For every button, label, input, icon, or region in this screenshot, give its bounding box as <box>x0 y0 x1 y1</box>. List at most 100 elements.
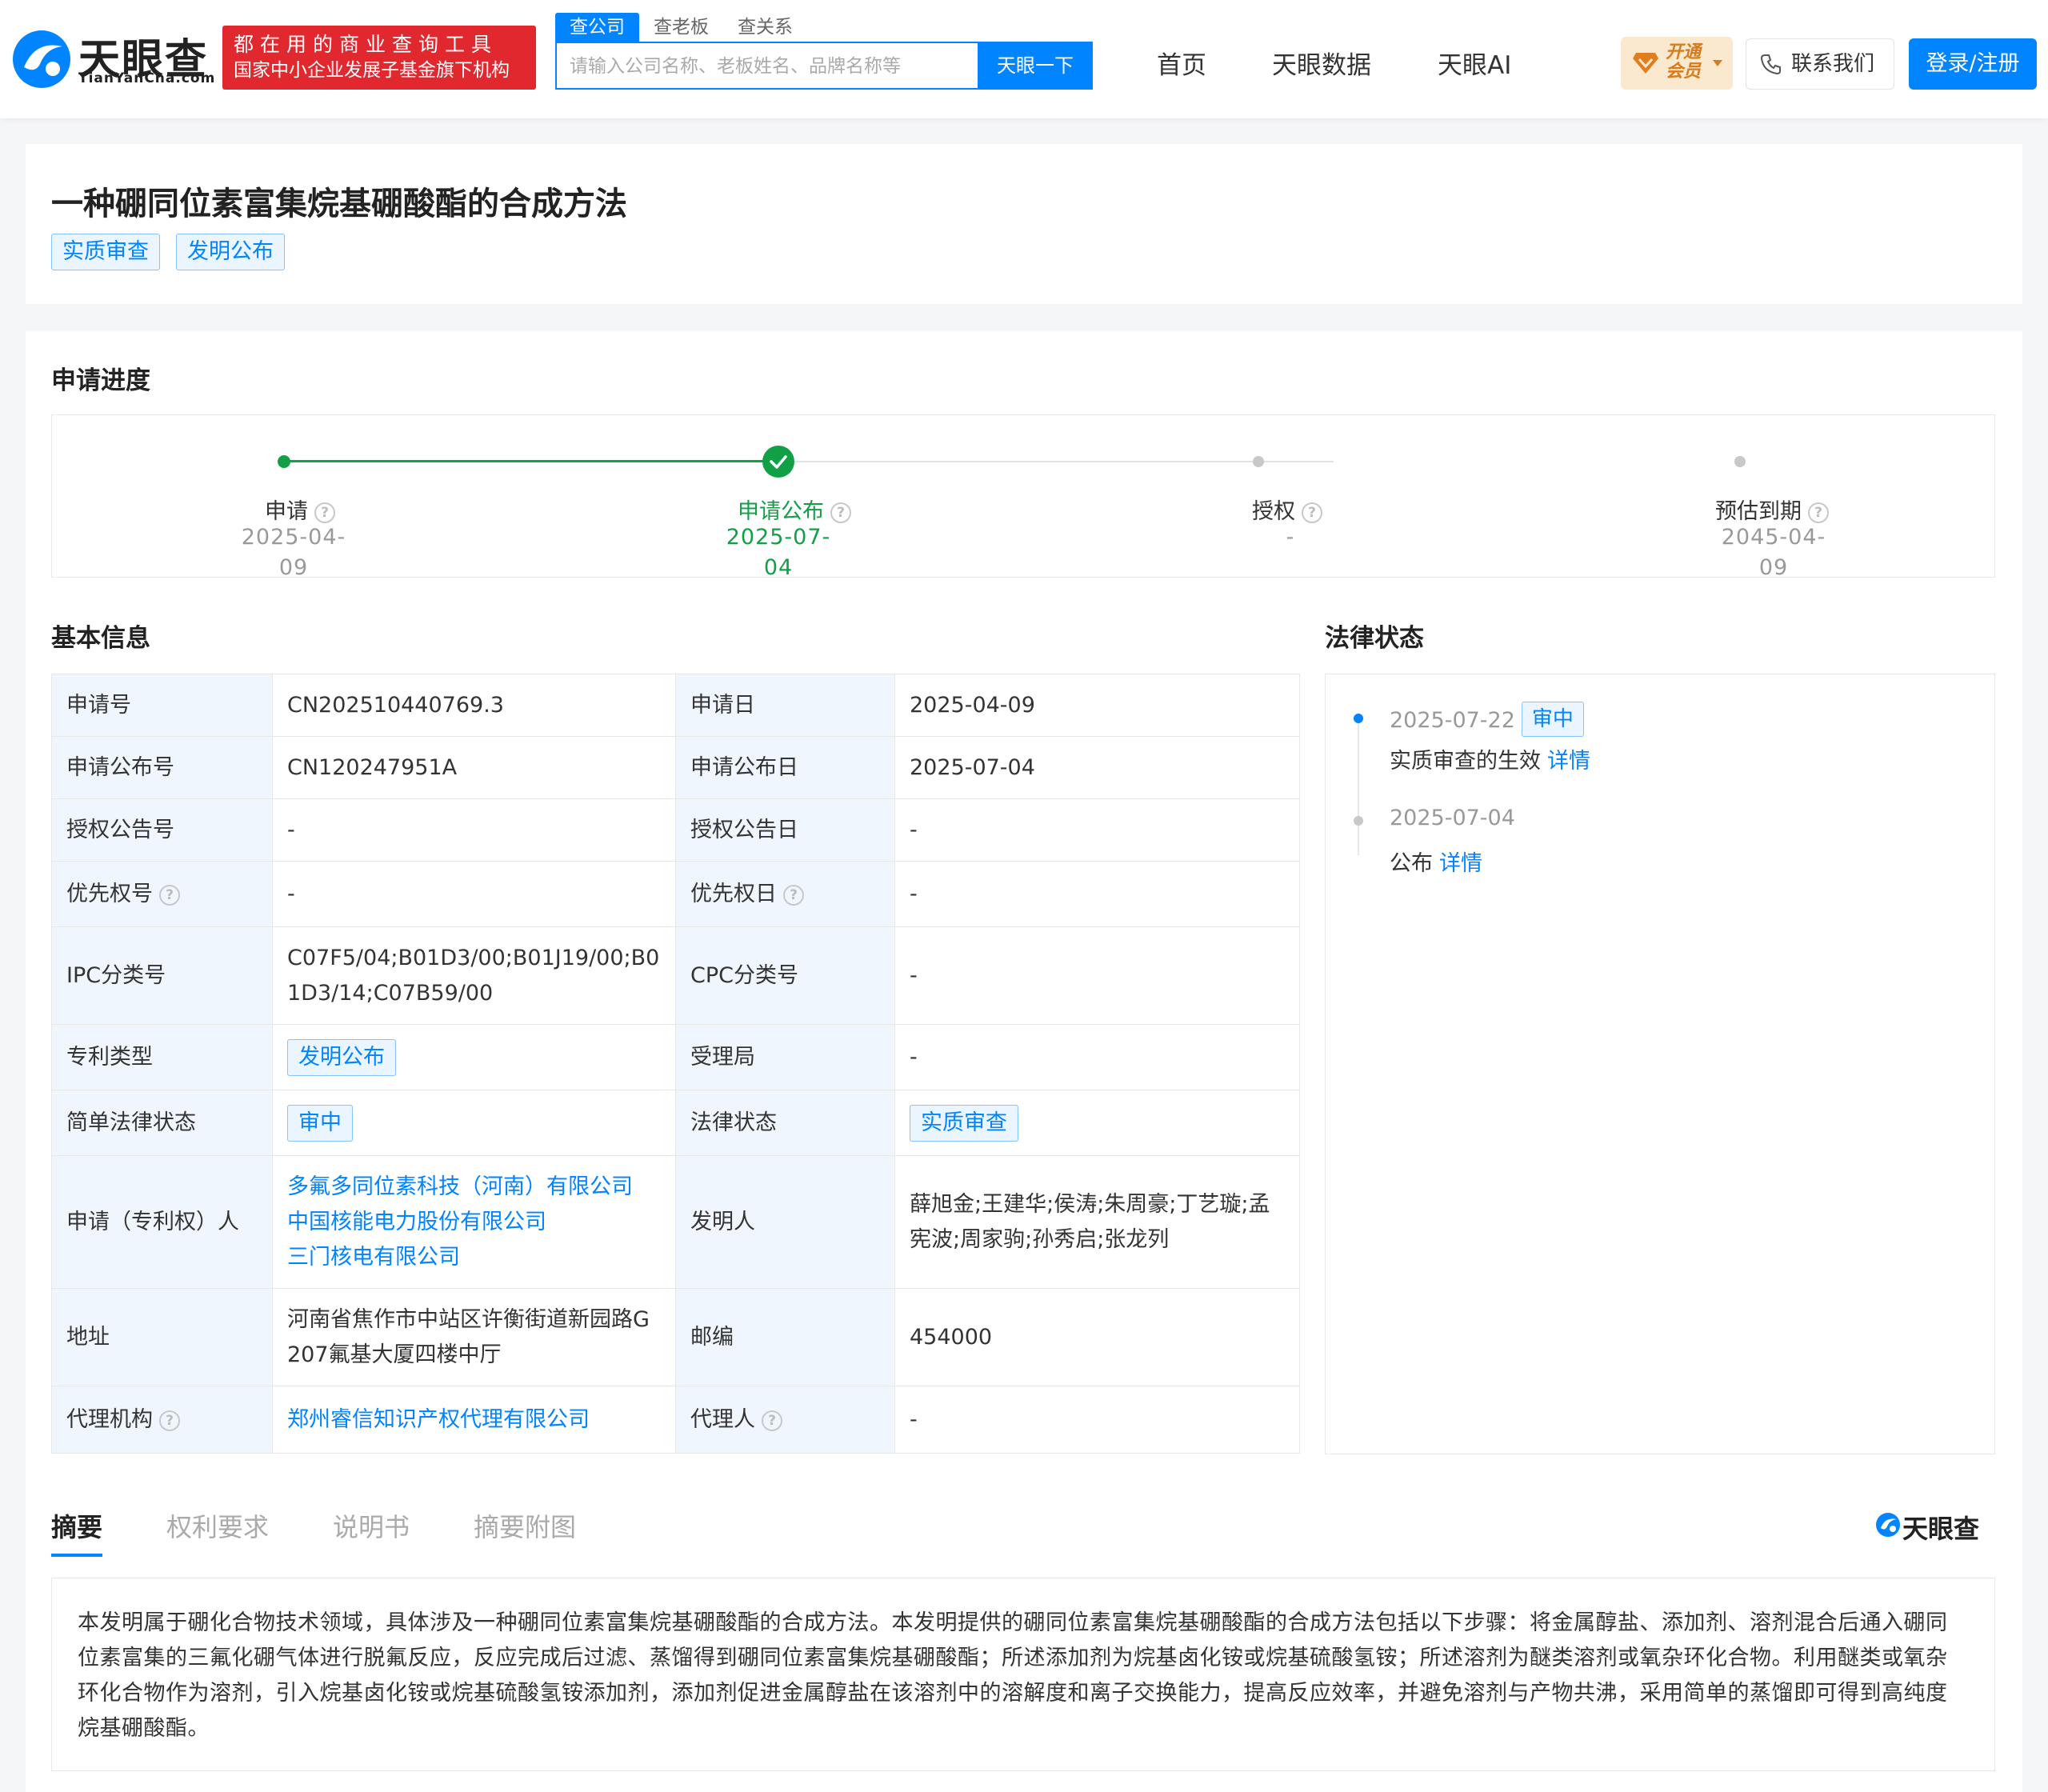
help-icon[interactable]: ? <box>1808 502 1829 523</box>
vip-label: 开通 会员 <box>1666 43 1701 82</box>
applicant-link-3[interactable]: 三门核电有限公司 <box>287 1240 661 1275</box>
timeline-dot <box>1354 816 1363 826</box>
label-agency: 代理机构? <box>51 1386 273 1454</box>
legal-status-badge: 实质审查 <box>910 1104 1018 1142</box>
search-button[interactable]: 天眼一下 <box>978 42 1093 90</box>
value-grant-date: - <box>894 798 1300 862</box>
logo-subtext: TianYanCha.com <box>78 70 216 86</box>
value-priority-number: - <box>272 861 676 927</box>
search-tabs: 查公司 查老板 查关系 <box>555 13 807 42</box>
nav-home[interactable]: 首页 <box>1157 45 1206 81</box>
label-agent: 代理人? <box>675 1386 895 1454</box>
timeline-dot-active <box>1354 714 1363 723</box>
step-date-expiry: 2045-04-09 <box>1721 525 1826 580</box>
help-icon[interactable]: ? <box>159 1410 180 1431</box>
status-badge-invention-publication: 发明公布 <box>176 234 285 270</box>
help-icon[interactable]: ? <box>314 502 335 523</box>
table-row: 申请（专利权）人 多氟多同位素科技（河南）有限公司 中国核能电力股份有限公司 三… <box>51 1155 1300 1289</box>
label-receiving-office: 受理局 <box>675 1024 895 1090</box>
header: 天眼查 TianYanCha.com 都在用的商业查询工具 国家中小企业发展子基… <box>0 0 2048 118</box>
label-application-date: 申请日 <box>675 674 895 737</box>
label-applicant: 申请（专利权）人 <box>51 1155 273 1289</box>
help-icon[interactable]: ? <box>762 1410 782 1431</box>
label-grant-date: 授权公告日 <box>675 798 895 862</box>
slogan-line-1: 都在用的商业查询工具 <box>234 33 498 56</box>
legal-event-tag: 审中 <box>1521 702 1584 737</box>
value-priority-date: - <box>894 861 1300 927</box>
patent-detail-card: 申请进度 申请? 2025-04-09 申请公布? 2025-07-04 授权?… <box>26 331 2022 1792</box>
value-applicant: 多氟多同位素科技（河南）有限公司 中国核能电力股份有限公司 三门核电有限公司 <box>272 1155 676 1289</box>
value-agency: 郑州睿信知识产权代理有限公司 <box>272 1386 676 1454</box>
search-tab-company[interactable]: 查公司 <box>555 13 639 42</box>
table-row: 代理机构? 郑州睿信知识产权代理有限公司 代理人? - <box>51 1386 1300 1454</box>
label-application-number: 申请号 <box>51 674 273 737</box>
table-row: 专利类型 发明公布 受理局 - <box>51 1024 1300 1090</box>
value-cpc: - <box>894 926 1300 1025</box>
details-link[interactable]: 详情 <box>1547 749 1590 774</box>
legal-event-2-date: 2025-07-04 <box>1390 806 1515 830</box>
label-cpc: CPC分类号 <box>675 926 895 1025</box>
value-simple-legal-status: 审中 <box>272 1090 676 1156</box>
value-ipc: C07F5/04;B01D3/00;B01J19/00;B01D3/14;C07… <box>272 926 676 1025</box>
applicant-link-2[interactable]: 中国核能电力股份有限公司 <box>287 1205 661 1240</box>
vip-label-line-2: 会员 <box>1666 62 1702 82</box>
step-dot-grant <box>1253 456 1264 467</box>
step-date-apply: 2025-04-09 <box>241 525 346 580</box>
legal-event-date: 2025-07-22 <box>1390 708 1515 733</box>
tab-abstract[interactable]: 摘要 <box>51 1507 102 1544</box>
details-link[interactable]: 详情 <box>1439 851 1482 876</box>
tab-abstract-figure[interactable]: 摘要附图 <box>474 1507 576 1544</box>
legal-event-desc: 公布 <box>1390 851 1433 876</box>
legal-status-timeline: 2025-07-22 审中 实质审查的生效 详情 2025-07-04 公布 详情 <box>1325 674 1995 1454</box>
label-inventor: 发明人 <box>675 1155 895 1289</box>
table-row: 申请公布号 CN120247951A 申请公布日 2025-07-04 <box>51 736 1300 799</box>
table-row: 简单法律状态 审中 法律状态 实质审查 <box>51 1090 1300 1156</box>
step-label-publish: 申请公布? <box>738 494 851 525</box>
help-icon[interactable]: ? <box>159 884 180 906</box>
step-date-publish: 2025-07-04 <box>726 525 831 580</box>
table-row: 优先权号? - 优先权日? - <box>51 861 1300 927</box>
table-row: 授权公告号 - 授权公告日 - <box>51 798 1300 862</box>
legal-event-2-desc: 公布 详情 <box>1390 846 1482 877</box>
table-row: IPC分类号 C07F5/04;B01D3/00;B01J19/00;B01D3… <box>51 926 1300 1025</box>
label-text: 代理人 <box>690 1406 755 1432</box>
nav-tianyan-ai[interactable]: 天眼AI <box>1438 45 1511 81</box>
label-simple-legal-status: 简单法律状态 <box>51 1090 273 1156</box>
label-grant-number: 授权公告号 <box>51 798 273 862</box>
agency-link[interactable]: 郑州睿信知识产权代理有限公司 <box>287 1402 661 1438</box>
value-grant-number: - <box>272 798 676 862</box>
legal-event-1-desc: 实质审查的生效 详情 <box>1390 743 1590 774</box>
label-priority-number: 优先权号? <box>51 861 273 927</box>
vip-label-line-1: 开通 <box>1666 42 1702 62</box>
check-circle-icon <box>762 446 794 478</box>
login-register-button[interactable]: 登录/注册 <box>1909 38 2037 90</box>
tab-description[interactable]: 说明书 <box>333 1507 410 1544</box>
label-patent-type: 专利类型 <box>51 1024 273 1090</box>
tab-claims[interactable]: 权利要求 <box>166 1507 269 1544</box>
legal-status-section-title: 法律状态 <box>1325 624 1424 653</box>
applicant-link-1[interactable]: 多氟多同位素科技（河南）有限公司 <box>287 1170 661 1205</box>
timeline-line <box>1358 719 1359 855</box>
label-legal-status: 法律状态 <box>675 1090 895 1156</box>
nav-tianyan-data[interactable]: 天眼数据 <box>1272 45 1371 81</box>
search-input[interactable] <box>555 42 979 90</box>
slogan-badge: 都在用的商业查询工具 国家中小企业发展子基金旗下机构 <box>222 26 536 90</box>
simple-legal-status-badge: 审中 <box>287 1104 353 1142</box>
search-tab-boss[interactable]: 查老板 <box>639 13 723 42</box>
help-icon[interactable]: ? <box>783 884 804 906</box>
search-tab-relation[interactable]: 查关系 <box>723 13 807 42</box>
value-agent: - <box>894 1386 1300 1454</box>
label-text: 优先权号 <box>66 881 153 906</box>
active-tab-indicator <box>51 1554 102 1557</box>
tianyancha-logo-icon[interactable] <box>11 29 72 90</box>
value-application-date: 2025-04-09 <box>894 674 1300 737</box>
help-icon[interactable]: ? <box>1302 502 1322 523</box>
tianyancha-mark-icon <box>1876 1513 1900 1537</box>
label-address: 地址 <box>51 1288 273 1386</box>
help-icon[interactable]: ? <box>830 502 851 523</box>
step-dot-apply <box>278 455 290 468</box>
value-patent-type: 发明公布 <box>272 1024 676 1090</box>
value-publication-date: 2025-07-04 <box>894 736 1300 799</box>
basic-info-table: 申请号 CN202510440769.3 申请日 2025-04-09 申请公布… <box>51 674 1300 1454</box>
label-postcode: 邮编 <box>675 1288 895 1386</box>
